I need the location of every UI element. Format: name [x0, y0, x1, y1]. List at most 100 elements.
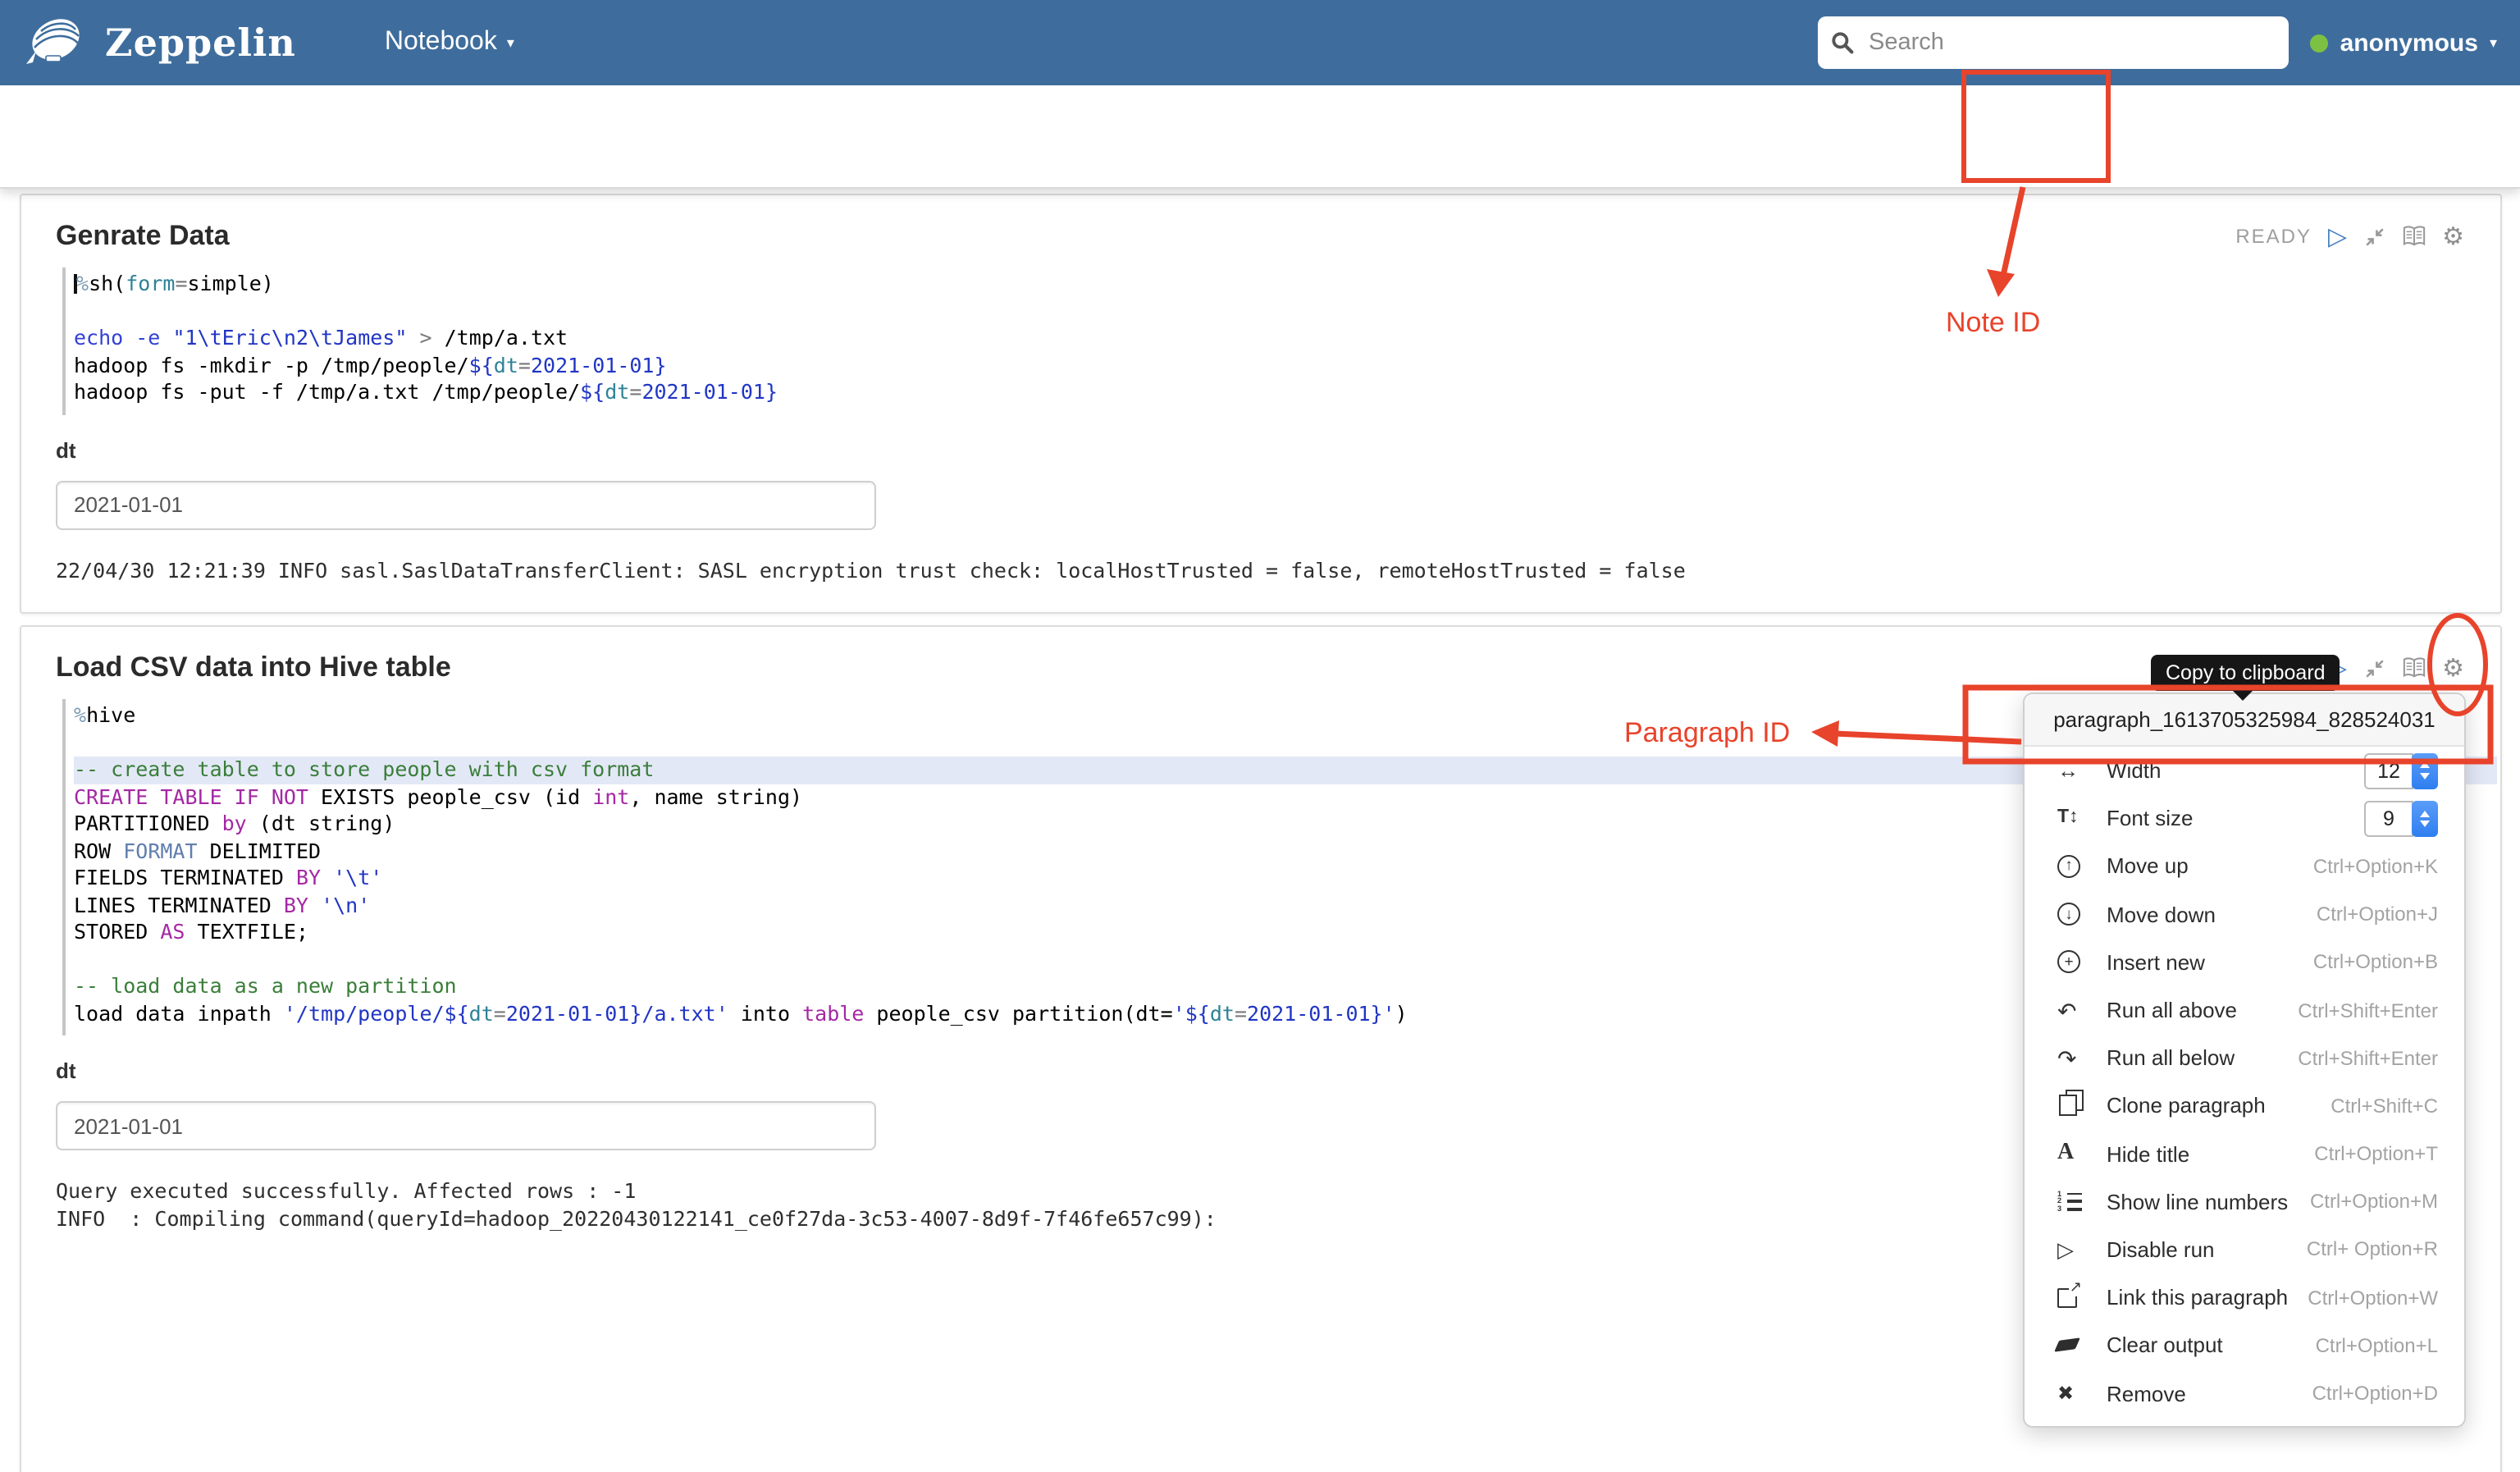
menu-item-show-line-numbers[interactable]: Show line numbers Ctrl+Option+M [2025, 1177, 2464, 1225]
menu-item-clone-paragraph[interactable]: Clone paragraph Ctrl+Shift+C [2025, 1082, 2464, 1130]
stepper-buttons[interactable] [2412, 800, 2438, 837]
width-icon: ↔ [2057, 758, 2079, 784]
menu-shortcut: Ctrl+Shift+Enter [2298, 1046, 2438, 1070]
menu-item-font-size[interactable]: T↕ Font size 9 [2025, 794, 2464, 842]
chevron-down-icon: ▾ [2489, 36, 2497, 53]
menu-item-move-up[interactable]: ↑ Move up Ctrl+Option+K [2025, 843, 2464, 890]
notebook-menu-label: Notebook [384, 28, 497, 56]
paragraph-header: Genrate Data READY ▷ ⚙ [21, 195, 2500, 253]
copy-to-clipboard-tooltip: Copy to clipboard [2151, 655, 2340, 701]
collapse-icon[interactable] [2363, 226, 2385, 247]
menu-item-label: Run all below [2107, 1045, 2235, 1071]
output-line: INFO : Compiling command(queryId=hadoop_… [56, 1205, 1217, 1230]
menu-item-run-all-above[interactable]: ↶ Run all above Ctrl+Shift+Enter [2025, 986, 2464, 1034]
chevron-down-icon: ▾ [506, 36, 514, 53]
eraser-icon [2054, 1338, 2080, 1353]
global-search[interactable] [1818, 16, 2289, 69]
curved-arrow-up-icon: ↶ [2057, 997, 2077, 1024]
menu-item-label: Show line numbers [2107, 1189, 2289, 1214]
zeppelin-brand[interactable]: Zeppelin [20, 15, 296, 71]
paragraph-id-item[interactable]: paragraph_1613705325984_828524031 [2025, 694, 2464, 747]
menu-shortcut: Ctrl+Shift+C [2331, 1094, 2438, 1118]
menu-item-run-all-below[interactable]: ↷ Run all below Ctrl+Shift+Enter [2025, 1034, 2464, 1081]
paragraph-settings-menu: paragraph_1613705325984_828524031 ↔ Widt… [2023, 693, 2466, 1428]
menu-item-remove[interactable]: ✖ Remove Ctrl+Option+D [2025, 1369, 2464, 1417]
menu-shortcut: Ctrl+Option+D [2312, 1382, 2438, 1406]
menu-shortcut: Ctrl+ Option+R [2306, 1237, 2438, 1261]
menu-item-label: Remove [2107, 1381, 2186, 1406]
book-icon[interactable] [2401, 225, 2426, 248]
menu-item-label: Hide title [2107, 1141, 2190, 1167]
paragraph-title[interactable]: Genrate Data [56, 220, 230, 253]
stepper-buttons[interactable] [2412, 752, 2438, 789]
collapse-icon[interactable] [2363, 657, 2385, 679]
width-value: 12 [2364, 752, 2413, 789]
paragraph-header: Load CSV data into Hive table READY ▷ ⚙ [21, 627, 2500, 684]
menu-item-hide-title[interactable]: A Hide title Ctrl+Option+T [2025, 1130, 2464, 1177]
paragraph-controls: READY ▷ ⚙ [2235, 223, 2464, 249]
menu-shortcut: Ctrl+Option+B [2312, 950, 2438, 974]
output-line: Query executed successfully. Affected ro… [56, 1178, 637, 1203]
code-editor[interactable]: %sh(form=simple) echo -e "1\tEric\n2\tJa… [62, 267, 2497, 414]
menu-shortcut: Ctrl+Shift+Enter [2298, 999, 2438, 1022]
menu-shortcut: Ctrl+Option+M [2309, 1190, 2438, 1214]
search-input[interactable] [1865, 28, 2233, 57]
menu-item-label: Disable run [2107, 1237, 2215, 1262]
paragraph-output: 22/04/30 12:21:39 INFO sasl.SaslDataTran… [56, 557, 1686, 582]
menu-shortcut: Ctrl+Option+L [2315, 1333, 2438, 1357]
width-stepper[interactable]: 12 [2364, 752, 2438, 789]
search-icon [1831, 31, 1854, 54]
remove-x-icon: ✖ [2057, 1382, 2075, 1406]
username: anonymous [2340, 29, 2478, 57]
arrow-up-circle-icon: ↑ [2057, 854, 2080, 878]
online-status-dot [2310, 34, 2329, 52]
arrow-down-circle-icon: ↓ [2057, 903, 2080, 926]
menu-item-width[interactable]: ↔ Width 12 [2025, 747, 2464, 794]
paragraph-generate-data: Genrate Data READY ▷ ⚙ %sh(form=simple) … [20, 194, 2502, 614]
dt-input[interactable] [56, 1101, 876, 1150]
brand-name: Zeppelin [105, 21, 296, 65]
menu-item-move-down[interactable]: ↓ Move down Ctrl+Option+J [2025, 890, 2464, 938]
title-a-icon: A [2057, 1141, 2075, 1166]
paragraph-settings-gear-icon[interactable]: ⚙ [2442, 655, 2464, 680]
menu-item-clear-output[interactable]: Clear output Ctrl+Option+L [2025, 1322, 2464, 1369]
zeppelin-app: Zeppelin Notebook ▾ anonymous ▾ simple_E… [0, 0, 2520, 1472]
menu-item-label: Width [2107, 758, 2162, 784]
line-numbers-icon [2057, 1191, 2082, 1214]
form-field-label: dt [56, 1058, 76, 1083]
menu-shortcut: Ctrl+Option+J [2316, 903, 2438, 926]
menu-item-label: Move up [2107, 853, 2189, 879]
plus-circle-icon: + [2057, 950, 2080, 974]
curved-arrow-down-icon: ↷ [2057, 1045, 2077, 1072]
menu-item-label: Clear output [2107, 1333, 2223, 1358]
play-icon: ▷ [2057, 1237, 2074, 1262]
menu-item-link-this-paragraph[interactable]: Link this paragraph Ctrl+Option+W [2025, 1273, 2464, 1321]
notebook-menu[interactable]: Notebook ▾ [385, 28, 514, 57]
clone-icon [2059, 1089, 2084, 1117]
book-icon[interactable] [2401, 656, 2426, 679]
menu-item-label: Insert new [2107, 949, 2205, 975]
menu-shortcut: Ctrl+Option+W [2308, 1286, 2438, 1310]
menu-item-label: Font size [2107, 806, 2194, 831]
font-size-icon: T↕ [2057, 807, 2079, 828]
run-paragraph-icon[interactable]: ▷ [2328, 223, 2347, 249]
menu-item-label: Run all above [2107, 998, 2237, 1023]
menu-shortcut: Ctrl+Option+K [2312, 854, 2438, 878]
menu-item-label: Clone paragraph [2107, 1093, 2266, 1118]
font-size-stepper[interactable]: 9 [2364, 800, 2438, 837]
form-field-label: dt [56, 437, 76, 462]
menu-item-insert-new[interactable]: + Insert new Ctrl+Option+B [2025, 939, 2464, 986]
dt-input[interactable] [56, 480, 876, 529]
status-badge: READY [2235, 225, 2312, 248]
dynamic-form: dt [56, 436, 2464, 529]
top-navbar: Zeppelin Notebook ▾ anonymous ▾ [0, 0, 2520, 85]
external-link-icon [2057, 1279, 2082, 1308]
paragraph-settings-gear-icon[interactable]: ⚙ [2442, 223, 2464, 249]
menu-item-label: Link this paragraph [2107, 1285, 2289, 1310]
menu-item-disable-run[interactable]: ▷ Disable run Ctrl+ Option+R [2025, 1226, 2464, 1273]
zeppelin-logo-icon [20, 15, 89, 71]
menu-shortcut: Ctrl+Option+T [2314, 1142, 2438, 1166]
paragraph-title[interactable]: Load CSV data into Hive table [56, 651, 451, 684]
note-toolbar [0, 85, 2520, 189]
user-menu[interactable]: anonymous ▾ [2310, 0, 2497, 85]
